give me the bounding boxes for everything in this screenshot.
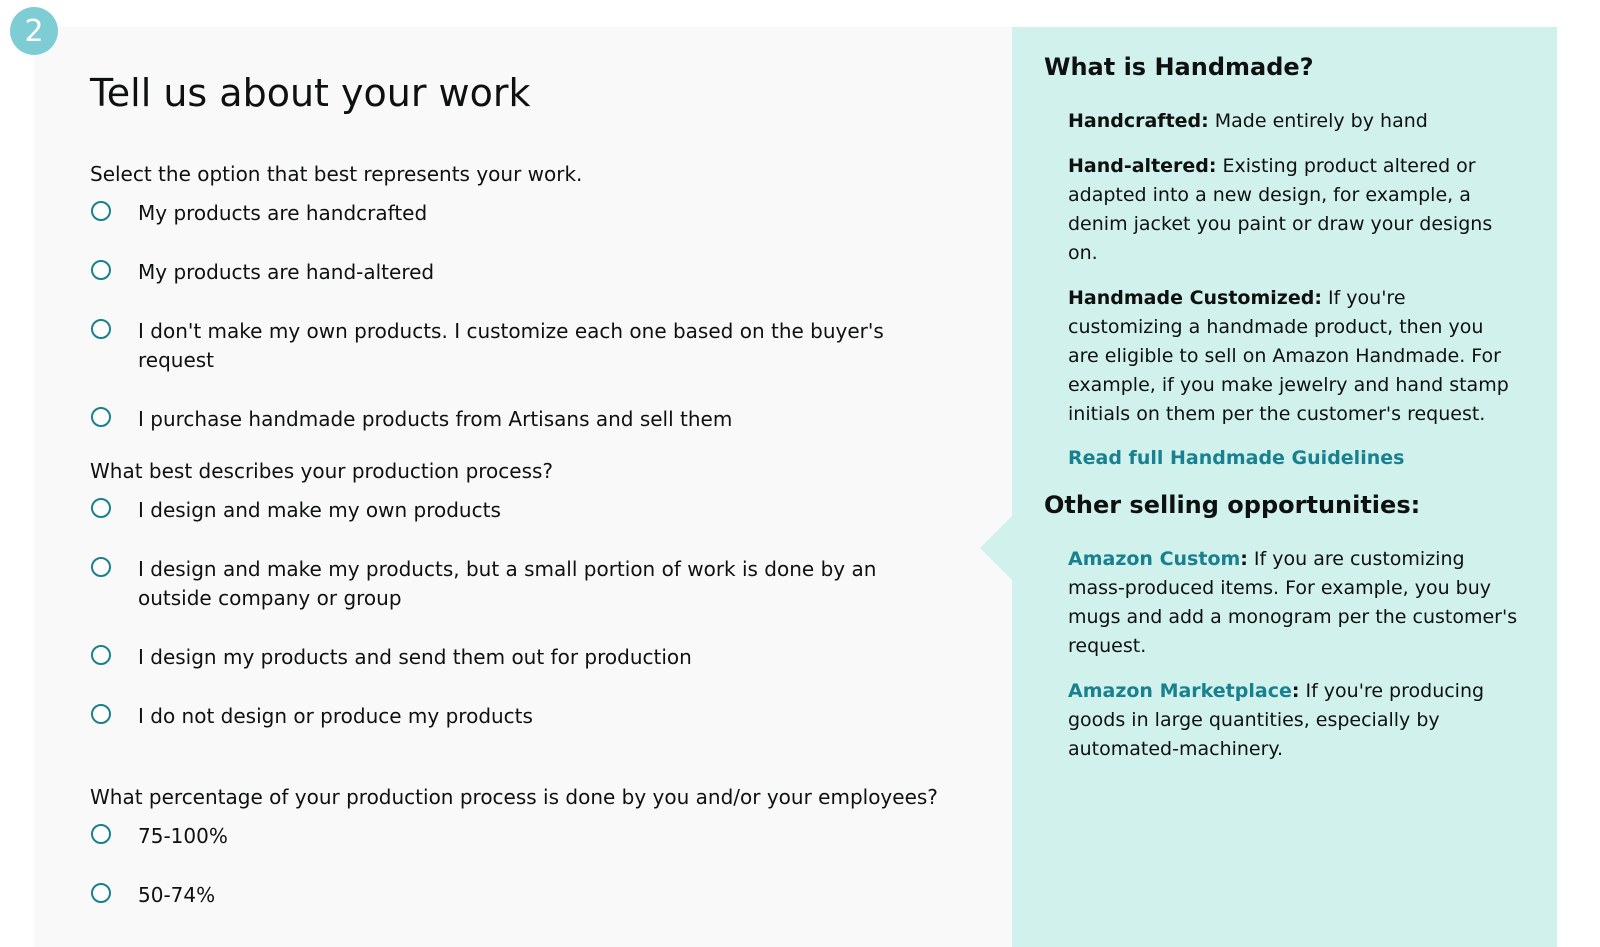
radio-button[interactable]: [91, 704, 111, 724]
definition-term: Handmade Customized: [1068, 287, 1315, 309]
radio-option-label[interactable]: I design and make my own products: [138, 496, 938, 525]
radio-option-label[interactable]: 50-74%: [138, 881, 938, 910]
radio-option-label[interactable]: I purchase handmade products from Artisa…: [138, 405, 938, 434]
question-label: What percentage of your production proce…: [90, 785, 938, 809]
radio-option-design-make-own[interactable]: I design and make my own products: [90, 496, 960, 525]
handmade-guidelines-link[interactable]: Read full Handmade Guidelines: [1068, 444, 1404, 473]
what-is-handmade-heading: What is Handmade?: [1044, 53, 1314, 81]
radio-option-75-100[interactable]: 75-100%: [90, 822, 960, 851]
step-number-badge: 2: [10, 7, 58, 55]
radio-option-hand-altered[interactable]: My products are hand-altered: [90, 258, 960, 287]
question-label: What best describes your production proc…: [90, 459, 554, 483]
radio-option-label[interactable]: My products are hand-altered: [138, 258, 938, 287]
radio-button[interactable]: [91, 260, 111, 280]
question-production-process: What best describes your production proc…: [90, 457, 960, 731]
panel-pointer-arrow: [980, 516, 1012, 580]
definition-hand-altered: Hand-altered: Existing product altered or…: [1068, 155, 1493, 264]
page-title: Tell us about your work: [90, 71, 531, 115]
question-label: Select the option that best represents y…: [90, 162, 583, 186]
radio-button[interactable]: [91, 645, 111, 665]
radio-option-label[interactable]: I don't make my own products. I customiz…: [138, 317, 938, 375]
amazon-custom-link[interactable]: Amazon Custom: [1068, 548, 1240, 570]
radio-option-design-make-partial-outside[interactable]: I design and make my products, but a sma…: [90, 555, 960, 613]
radio-option-label[interactable]: 75-100%: [138, 822, 938, 851]
question-production-percentage: What percentage of your production proce…: [90, 783, 960, 910]
opportunity-amazon-marketplace: Amazon Marketplace: If you're producing g…: [1068, 680, 1485, 760]
radio-button[interactable]: [91, 319, 111, 339]
question-work-type: Select the option that best represents y…: [90, 160, 960, 434]
handmade-info-panel: What is Handmade? Handcrafted: Made entir…: [980, 27, 1557, 947]
definition-handcrafted: Handcrafted: Made entirely by hand: [1068, 110, 1428, 132]
radio-option-customize[interactable]: I don't make my own products. I customiz…: [90, 317, 960, 375]
radio-button[interactable]: [91, 201, 111, 221]
other-opportunities-heading: Other selling opportunities:: [1044, 491, 1421, 519]
amazon-marketplace-link[interactable]: Amazon Marketplace: [1068, 680, 1292, 702]
handmade-definitions: Handcrafted: Made entirely by hand Hand-a…: [1068, 107, 1518, 445]
opportunity-amazon-custom: Amazon Custom: If you are customizing mas…: [1068, 548, 1518, 657]
radio-option-50-74[interactable]: 50-74%: [90, 881, 960, 910]
definition-handmade-customized: Handmade Customized: If you're customizin…: [1068, 287, 1509, 425]
radio-option-label[interactable]: I do not design or produce my products: [138, 702, 938, 731]
definition-text: Made entirely by hand: [1214, 110, 1428, 132]
definition-term: Hand-altered: [1068, 155, 1209, 177]
radio-button[interactable]: [91, 557, 111, 577]
radio-option-label[interactable]: I design and make my products, but a sma…: [138, 555, 938, 613]
radio-option-no-design[interactable]: I do not design or produce my products: [90, 702, 960, 731]
radio-option-design-send-out[interactable]: I design my products and send them out f…: [90, 643, 960, 672]
radio-option-label[interactable]: My products are handcrafted: [138, 199, 938, 228]
radio-button[interactable]: [91, 407, 111, 427]
radio-button[interactable]: [91, 883, 111, 903]
radio-button[interactable]: [91, 498, 111, 518]
radio-option-purchase[interactable]: I purchase handmade products from Artisa…: [90, 405, 960, 434]
radio-option-label[interactable]: I design my products and send them out f…: [138, 643, 938, 672]
definition-term: Handcrafted: [1068, 110, 1202, 132]
selling-opportunities: Amazon Custom: If you are customizing mas…: [1068, 545, 1518, 780]
radio-button[interactable]: [91, 824, 111, 844]
radio-option-handcrafted[interactable]: My products are handcrafted: [90, 199, 960, 228]
work-form-panel: Tell us about your work Select the optio…: [34, 27, 1014, 947]
